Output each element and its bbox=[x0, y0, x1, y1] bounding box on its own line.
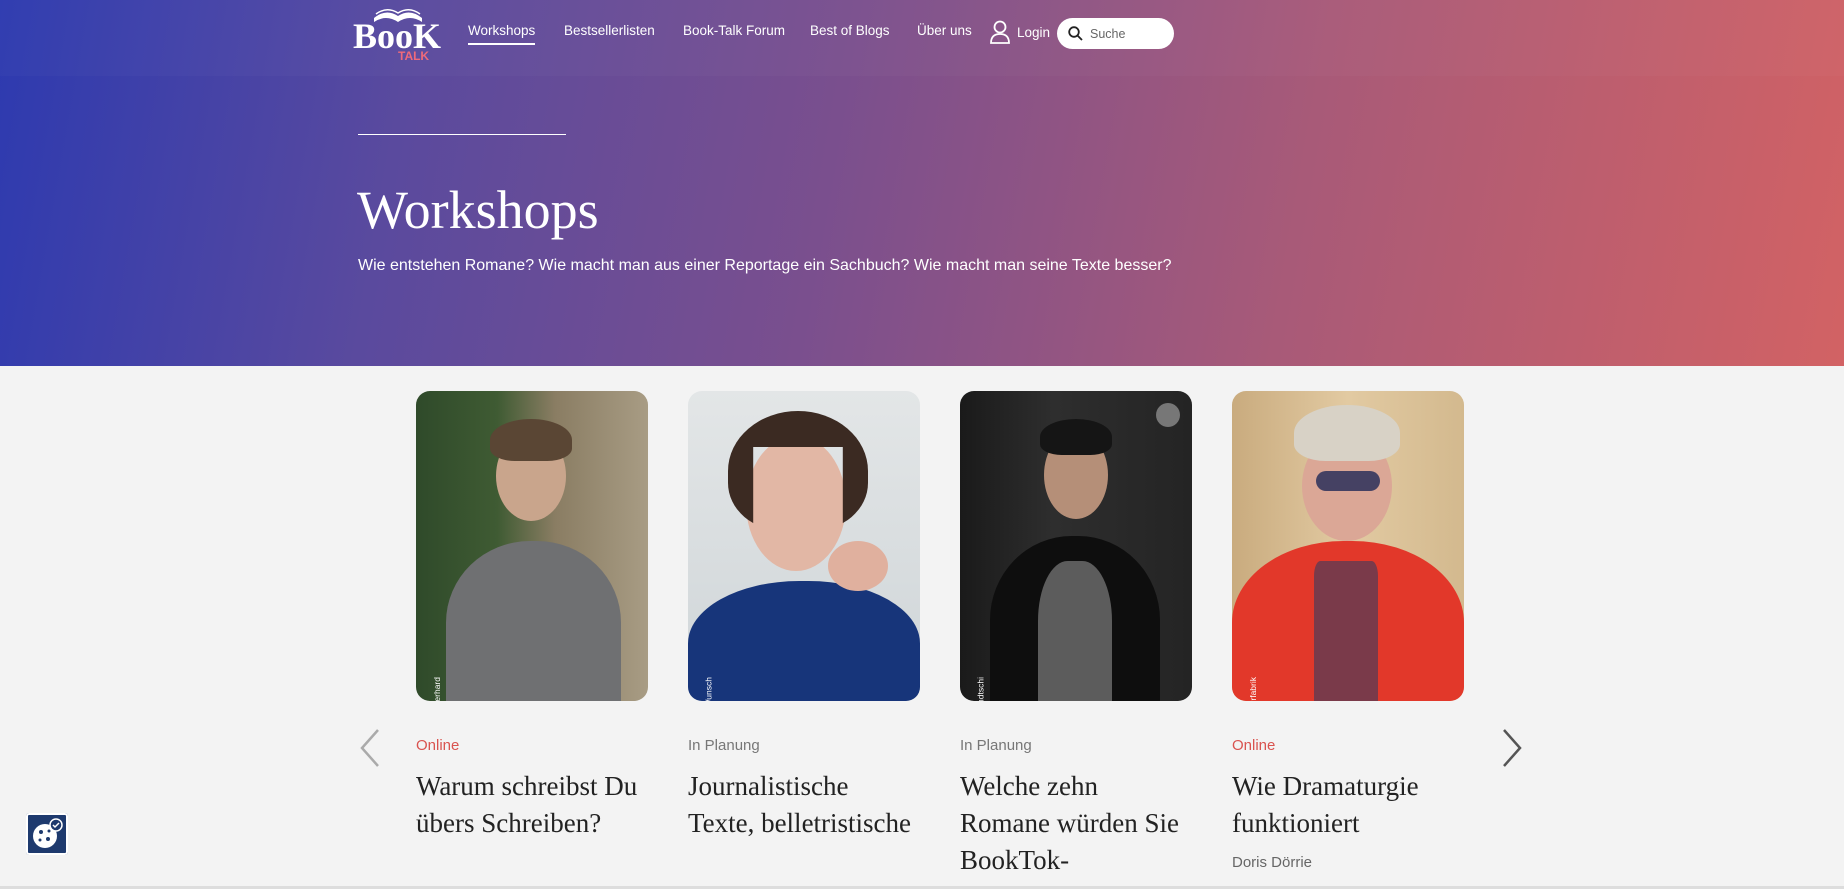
page-title: Workshops bbox=[357, 180, 599, 240]
card-title[interactable]: Wie Dramaturgie funktioniert bbox=[1232, 768, 1464, 842]
search-input[interactable] bbox=[1090, 26, 1162, 41]
nav-best-of-blogs[interactable]: Best of Blogs bbox=[810, 23, 890, 38]
login-link[interactable]: Login bbox=[989, 18, 1050, 46]
header-band bbox=[0, 0, 1844, 76]
page-subtitle: Wie entstehen Romane? Wie macht man aus … bbox=[358, 257, 1172, 274]
search-icon bbox=[1068, 26, 1083, 41]
user-icon bbox=[990, 20, 1010, 44]
carousel-next-arrow[interactable] bbox=[1496, 726, 1526, 770]
hero-rule bbox=[358, 134, 566, 135]
cookie-settings-button[interactable] bbox=[26, 813, 68, 855]
status-badge: Online bbox=[1232, 737, 1276, 754]
photo-credit: (c) Ali Ghandtschi bbox=[976, 677, 986, 701]
nav-bestsellerlisten[interactable]: Bestsellerlisten bbox=[564, 23, 655, 38]
login-label: Login bbox=[1017, 24, 1051, 40]
svg-text:TALK: TALK bbox=[398, 49, 429, 62]
status-badge: In Planung bbox=[688, 737, 760, 754]
author-photo[interactable]: (c) Vanessa Wunsch bbox=[688, 391, 920, 701]
search-box[interactable] bbox=[1057, 18, 1174, 49]
author-photo[interactable]: (c) Roger Eberhard bbox=[416, 391, 648, 701]
card-title[interactable]: Journalistische Texte, belletristische bbox=[688, 768, 920, 842]
status-badge: In Planung bbox=[960, 737, 1032, 754]
nav-ueber-uns[interactable]: Über uns bbox=[917, 23, 972, 38]
photo-credit: (c) Vanessa Wunsch bbox=[704, 677, 714, 701]
workshop-card[interactable]: (c) Roger Eberhard Online Warum schreibs… bbox=[416, 391, 648, 842]
cookie-icon bbox=[33, 818, 63, 848]
author-photo[interactable]: (c) Reporterfabrik bbox=[1232, 391, 1464, 701]
card-title[interactable]: Welche zehn Romane würden Sie BookTok- bbox=[960, 768, 1192, 879]
workshop-card[interactable]: (c) Vanessa Wunsch In Planung Journalist… bbox=[688, 391, 920, 842]
nav-book-talk-forum[interactable]: Book-Talk Forum bbox=[683, 23, 785, 38]
zoom-icon[interactable] bbox=[1156, 403, 1180, 427]
photo-credit: (c) Roger Eberhard bbox=[432, 677, 442, 701]
workshop-card[interactable]: (c) Reporterfabrik Online Wie Dramaturgi… bbox=[1232, 391, 1464, 871]
nav-workshops[interactable]: Workshops bbox=[468, 23, 536, 45]
card-author: Doris Dörrie bbox=[1232, 854, 1313, 871]
card-title[interactable]: Warum schreibst Du übers Schreiben? bbox=[416, 768, 648, 842]
carousel-prev-arrow[interactable] bbox=[356, 726, 386, 770]
photo-credit: (c) Reporterfabrik bbox=[1248, 677, 1258, 701]
author-photo[interactable]: (c) Ali Ghandtschi bbox=[960, 391, 1192, 701]
hero-banner: BooK TALK Workshops Bestsellerlisten Boo… bbox=[0, 0, 1844, 366]
status-badge: Online bbox=[416, 737, 460, 754]
booktalk-logo[interactable]: BooK TALK bbox=[352, 4, 444, 62]
workshop-card[interactable]: (c) Ali Ghandtschi In Planung Welche zeh… bbox=[960, 391, 1192, 879]
